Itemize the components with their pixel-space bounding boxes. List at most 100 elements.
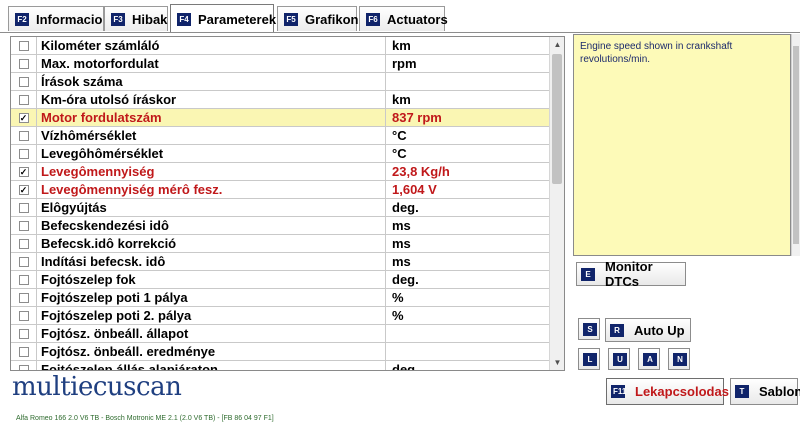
description-text: Engine speed shown in crankshaft revolut…: [580, 41, 733, 65]
row-checkbox[interactable]: [18, 346, 29, 357]
checkbox-cell: [11, 307, 37, 324]
checkbox-cell: [11, 145, 37, 162]
row-checkbox[interactable]: [18, 58, 29, 69]
tab-label: Hibak: [132, 11, 168, 27]
row-checkbox[interactable]: [18, 310, 29, 321]
checkbox-cell: [11, 325, 37, 342]
tab-label: Parameterek: [198, 11, 277, 27]
auto-up-button[interactable]: R Auto Up: [605, 318, 691, 342]
parameter-value: 1,604 V: [392, 182, 437, 197]
table-row[interactable]: Kilométer számláló km: [11, 37, 550, 55]
tab-actuators[interactable]: F6 Actuators: [359, 6, 448, 31]
table-row[interactable]: Km-óra utolsó íráskor km: [11, 91, 550, 109]
description-scrollbar[interactable]: [791, 34, 800, 256]
table-row[interactable]: Indítási befecsk. idô ms: [11, 253, 550, 271]
t-key-badge: T: [735, 385, 749, 398]
parameter-value: %: [392, 290, 404, 305]
table-row[interactable]: Írások száma: [11, 73, 550, 91]
table-row[interactable]: Max. motorfordulat rpm: [11, 55, 550, 73]
row-checkbox[interactable]: [18, 220, 29, 231]
monitor-dtcs-button[interactable]: E Monitor DTCs: [576, 259, 686, 289]
parameter-value: deg.: [392, 200, 419, 215]
row-checkbox[interactable]: ✓: [18, 112, 29, 123]
table-row[interactable]: Levegôhômérséklet °C: [11, 145, 550, 163]
checkbox-cell: ✓: [11, 181, 37, 198]
tab-label: Grafikon: [305, 11, 359, 27]
s-button[interactable]: S: [578, 318, 600, 340]
table-row[interactable]: Elôgyújtás deg.: [11, 199, 550, 217]
table-row[interactable]: Fojtószelep állás alapjáraton deg.: [11, 361, 550, 371]
row-checkbox[interactable]: [18, 292, 29, 303]
table-row[interactable]: ✓ Levegômennyiség 23,8 Kg/h: [11, 163, 550, 181]
tab-hibak[interactable]: F3 Hibak: [104, 6, 168, 31]
row-checkbox[interactable]: [18, 148, 29, 159]
r-key-badge: R: [610, 323, 624, 337]
row-checkbox[interactable]: [18, 40, 29, 51]
parameter-description: Engine speed shown in crankshaft revolut…: [573, 34, 791, 256]
parameter-value: deg.: [392, 272, 419, 287]
parameter-name: Írások száma: [37, 73, 386, 90]
checkbox-cell: ✓: [11, 163, 37, 180]
lekapcsolodas-label: Lekapcsolodas: [635, 384, 729, 399]
checkbox-cell: ✓: [11, 109, 37, 126]
parameter-value: deg.: [392, 362, 419, 371]
tab-parameterek[interactable]: F4 Parameterek: [170, 4, 277, 33]
auto-up-label: Auto Up: [634, 322, 685, 338]
parameter-value: rpm: [392, 56, 417, 71]
table-scrollbar[interactable]: ▲ ▼: [549, 37, 564, 370]
row-checkbox[interactable]: ✓: [18, 166, 29, 177]
tab-grafikon[interactable]: F5 Grafikon: [277, 6, 359, 31]
n-button[interactable]: N: [668, 348, 690, 370]
checkbox-cell: [11, 127, 37, 144]
parameter-name: Km-óra utolsó íráskor: [37, 91, 386, 108]
row-checkbox[interactable]: [18, 238, 29, 249]
table-row[interactable]: Fojtószelep poti 1 pálya%: [11, 289, 550, 307]
s-key-badge: S: [583, 322, 597, 336]
row-checkbox[interactable]: ✓: [18, 184, 29, 195]
row-checkbox[interactable]: [18, 94, 29, 105]
sablon-label: Sablon: [759, 384, 800, 399]
parameter-value: km: [392, 38, 411, 53]
a-button[interactable]: A: [638, 348, 660, 370]
tab-label: Actuators: [387, 11, 448, 27]
row-checkbox[interactable]: [18, 328, 29, 339]
parameter-value: 837 rpm: [392, 110, 442, 125]
scrollbar-thumb[interactable]: [552, 54, 562, 184]
table-row[interactable]: Befecsk.idô korrekció ms: [11, 235, 550, 253]
f2-key-badge: F2: [15, 12, 29, 26]
table-row[interactable]: Fojtószelep fok deg.: [11, 271, 550, 289]
row-checkbox[interactable]: [18, 76, 29, 87]
lekapcsolodas-button[interactable]: F11 Lekapcsolodas: [606, 378, 729, 405]
u-button[interactable]: U: [608, 348, 630, 370]
row-checkbox[interactable]: [18, 130, 29, 141]
l-button[interactable]: L: [578, 348, 600, 370]
table-row[interactable]: Fojtósz. önbeáll. eredménye: [11, 343, 550, 361]
n-key-badge: N: [673, 352, 687, 366]
multiecuscan-logo: multiecuscan: [12, 372, 182, 402]
parameter-value: [386, 73, 550, 90]
parameter-name: Indítási befecsk. idô: [37, 253, 386, 270]
row-checkbox[interactable]: [18, 202, 29, 213]
table-row[interactable]: Vízhômérséklet °C: [11, 127, 550, 145]
scroll-up-icon[interactable]: ▲: [550, 37, 564, 52]
l-key-badge: L: [583, 352, 597, 366]
row-checkbox[interactable]: [18, 274, 29, 285]
table-row[interactable]: ✓ Motor fordulatszám 837 rpm: [11, 109, 550, 127]
table-row[interactable]: ✓ Levegômennyiség mérô fesz. 1,604 V: [11, 181, 550, 199]
table-row[interactable]: Befecskendezési idô ms: [11, 217, 550, 235]
row-checkbox[interactable]: [18, 256, 29, 267]
row-checkbox[interactable]: [18, 364, 29, 370]
sablon-button[interactable]: T Sablon: [730, 378, 800, 405]
description-scroll-thumb[interactable]: [793, 46, 799, 244]
parameter-name: Fojtószelep állás alapjáraton: [37, 361, 386, 370]
checkbox-cell: [11, 37, 37, 54]
checkbox-cell: [11, 361, 37, 370]
parameter-value: %: [392, 308, 404, 323]
scroll-down-icon[interactable]: ▼: [550, 355, 564, 370]
parameter-name: Befecsk.idô korrekció: [37, 235, 386, 252]
table-row[interactable]: Fojtósz. önbeáll. állapot: [11, 325, 550, 343]
table-row[interactable]: Fojtószelep poti 2. pálya%: [11, 307, 550, 325]
checkbox-cell: [11, 343, 37, 360]
e-key-badge: E: [581, 267, 595, 281]
tab-informacio[interactable]: F2 Informacio: [8, 6, 104, 31]
